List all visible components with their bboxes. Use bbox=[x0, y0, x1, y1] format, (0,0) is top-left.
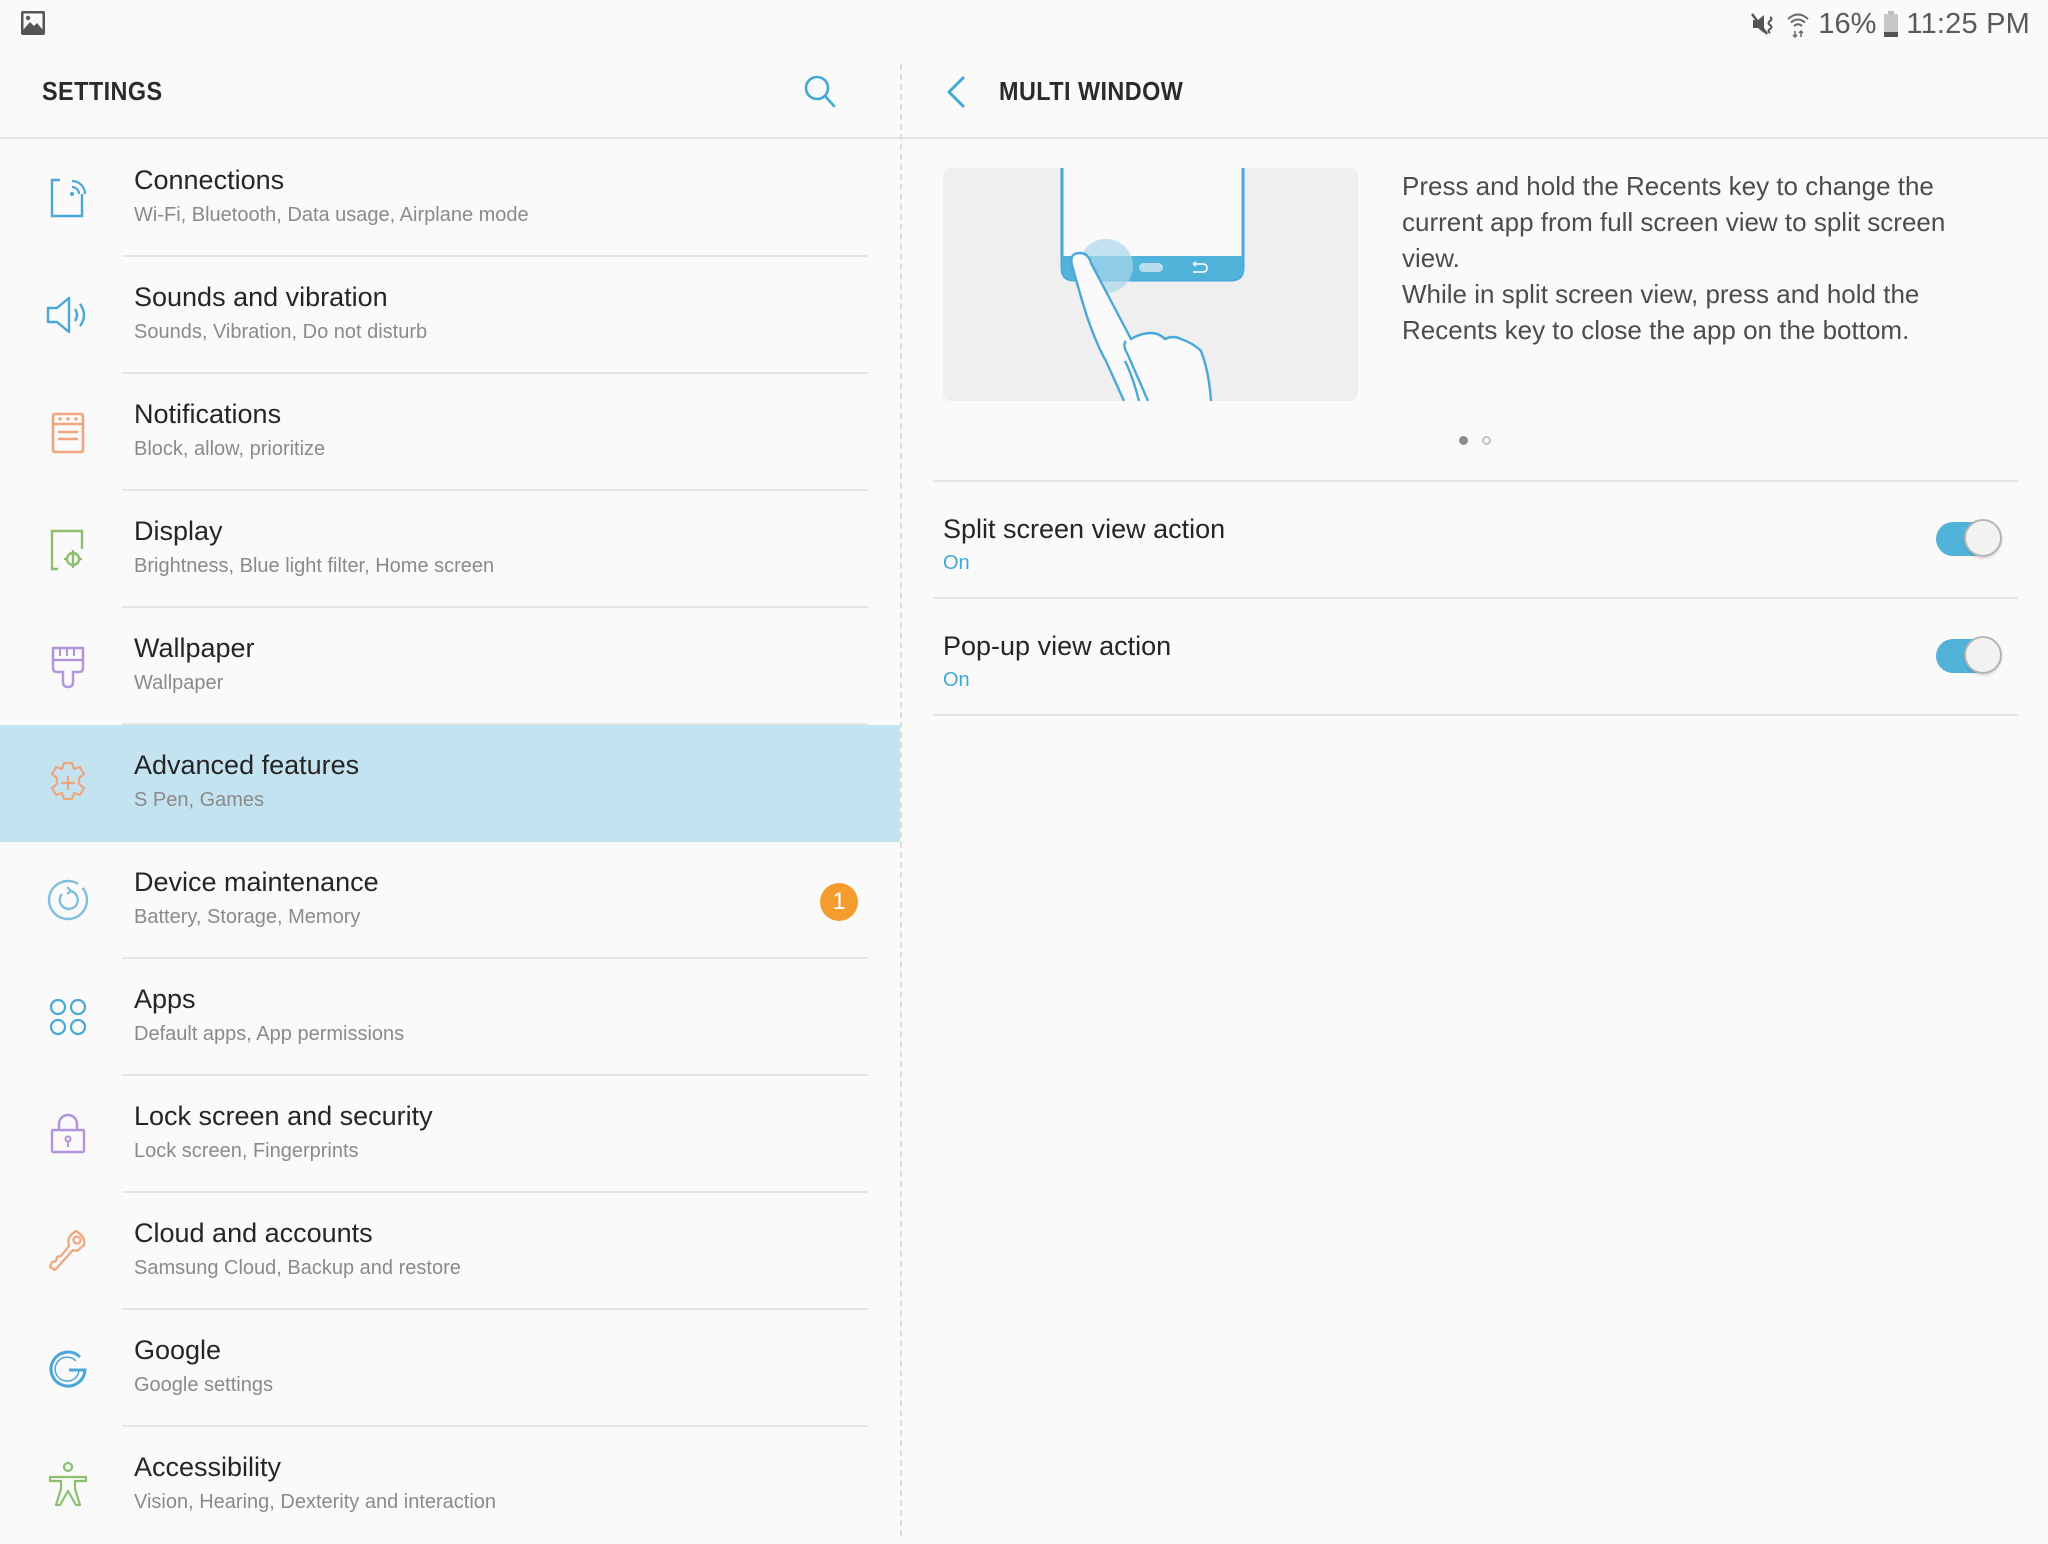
display-icon bbox=[40, 521, 96, 577]
toggle-knob bbox=[1964, 636, 2002, 674]
setting-status: On bbox=[943, 669, 970, 691]
menu-item-title: Display bbox=[134, 516, 223, 546]
menu-item-title: Accessibility bbox=[134, 1452, 282, 1482]
menu-item-subtitle: Sounds, Vibration, Do not disturb bbox=[134, 321, 428, 343]
toggle-knob bbox=[1964, 519, 2002, 557]
setting-title: Pop-up view action bbox=[943, 631, 1172, 661]
menu-item-title: Connections bbox=[134, 165, 285, 195]
split-screen-view-action-row[interactable]: Split screen view action On bbox=[933, 482, 2018, 599]
gear-plus-icon bbox=[40, 755, 96, 811]
vibrate-mute-icon bbox=[1750, 10, 1778, 38]
clock: 11:25 PM bbox=[1906, 7, 2030, 40]
menu-item-subtitle: Vision, Hearing, Dexterity and interacti… bbox=[134, 1491, 497, 1513]
speaker-icon bbox=[40, 287, 96, 343]
menu-item-title: Cloud and accounts bbox=[134, 1218, 373, 1248]
page-title: SETTINGS bbox=[42, 76, 163, 106]
menu-item-subtitle: Lock screen, Fingerprints bbox=[134, 1140, 359, 1162]
status-bar: 16% 11:25 PM bbox=[0, 0, 2048, 46]
menu-item-title: Google bbox=[134, 1335, 222, 1365]
menu-item-title: Notifications bbox=[134, 399, 282, 429]
page-dot[interactable] bbox=[1482, 436, 1491, 445]
google-icon bbox=[40, 1340, 96, 1396]
paintbrush-icon bbox=[40, 638, 96, 694]
menu-item-title: Lock screen and security bbox=[134, 1101, 433, 1131]
menu-item-accessibility[interactable]: Accessibility Vision, Hearing, Dexterity… bbox=[0, 1427, 900, 1544]
menu-item-subtitle: Wi-Fi, Bluetooth, Data usage, Airplane m… bbox=[134, 204, 529, 226]
apps-icon bbox=[40, 989, 96, 1045]
divider bbox=[933, 714, 2018, 716]
connections-icon bbox=[40, 170, 96, 226]
menu-item-subtitle: Default apps, App permissions bbox=[134, 1023, 405, 1045]
menu-item-google[interactable]: Google Google settings bbox=[0, 1310, 900, 1427]
battery-icon bbox=[1884, 11, 1899, 37]
settings-header: SETTINGS bbox=[0, 46, 900, 139]
menu-item-title: Sounds and vibration bbox=[134, 282, 388, 312]
wifi-icon bbox=[1786, 10, 1810, 38]
battery-percent: 16% bbox=[1818, 7, 1877, 40]
menu-item-notifications[interactable]: Notifications Block, allow, prioritize bbox=[0, 374, 900, 491]
lock-icon bbox=[40, 1106, 96, 1162]
menu-item-apps[interactable]: Apps Default apps, App permissions bbox=[0, 959, 900, 1076]
pop-up-view-action-row[interactable]: Pop-up view action On bbox=[933, 599, 2018, 716]
menu-item-subtitle: Block, allow, prioritize bbox=[134, 438, 326, 460]
chevron-left-icon bbox=[947, 76, 965, 108]
menu-item-device-maintenance[interactable]: Device maintenance Battery, Storage, Mem… bbox=[0, 842, 900, 959]
pop-up-view-toggle[interactable] bbox=[1936, 636, 2002, 676]
accessibility-icon bbox=[40, 1457, 96, 1513]
multi-window-pane: MULTI WINDOW Press and hold the Recents … bbox=[901, 46, 2048, 1536]
press-recents-key-illustration bbox=[943, 168, 1358, 401]
menu-item-cloud-and-accounts[interactable]: Cloud and accounts Samsung Cloud, Backup… bbox=[0, 1193, 900, 1310]
page-dot-active[interactable] bbox=[1459, 436, 1468, 445]
tutorial-text-1: Press and hold the Recents key to change… bbox=[1402, 171, 1946, 273]
settings-menu: Connections Wi-Fi, Bluetooth, Data usage… bbox=[0, 140, 900, 1544]
menu-item-title: Device maintenance bbox=[134, 867, 379, 897]
key-icon bbox=[40, 1223, 96, 1279]
back-button[interactable] bbox=[935, 70, 979, 114]
menu-item-title: Apps bbox=[134, 984, 196, 1014]
notifications-icon bbox=[40, 404, 96, 460]
page-indicator bbox=[1459, 436, 1491, 445]
menu-item-subtitle: S Pen, Games bbox=[134, 789, 265, 811]
gallery-image-icon bbox=[20, 10, 46, 36]
menu-item-wallpaper[interactable]: Wallpaper Wallpaper bbox=[0, 608, 900, 725]
menu-item-subtitle: Brightness, Blue light filter, Home scre… bbox=[134, 555, 495, 577]
menu-item-title: Wallpaper bbox=[134, 633, 255, 663]
tutorial-text-2: While in split screen view, press and ho… bbox=[1402, 279, 1920, 345]
search-button[interactable] bbox=[800, 72, 840, 112]
settings-list-pane: SETTINGS Connections Wi-Fi, Bluetooth, D… bbox=[0, 46, 900, 1536]
setting-status: On bbox=[943, 552, 970, 574]
menu-item-title: Advanced features bbox=[134, 750, 360, 780]
notification-badge: 1 bbox=[820, 883, 858, 921]
menu-item-subtitle: Google settings bbox=[134, 1374, 273, 1396]
split-screen-view-toggle[interactable] bbox=[1936, 519, 2002, 559]
menu-item-sounds-and-vibration[interactable]: Sounds and vibration Sounds, Vibration, … bbox=[0, 257, 900, 374]
menu-item-display[interactable]: Display Brightness, Blue light filter, H… bbox=[0, 491, 900, 608]
search-icon bbox=[804, 75, 836, 108]
menu-item-subtitle: Wallpaper bbox=[134, 672, 224, 694]
menu-item-connections[interactable]: Connections Wi-Fi, Bluetooth, Data usage… bbox=[0, 140, 900, 257]
menu-item-lock-screen-and-security[interactable]: Lock screen and security Lock screen, Fi… bbox=[0, 1076, 900, 1193]
menu-item-advanced-features[interactable]: Advanced features S Pen, Games bbox=[0, 725, 900, 842]
menu-item-subtitle: Samsung Cloud, Backup and restore bbox=[134, 1257, 461, 1279]
multi-window-header: MULTI WINDOW bbox=[901, 46, 2048, 139]
page-title: MULTI WINDOW bbox=[999, 76, 1184, 106]
tutorial-description: Press and hold the Recents key to change… bbox=[1402, 168, 2002, 348]
maintenance-icon bbox=[40, 872, 96, 928]
setting-title: Split screen view action bbox=[943, 514, 1226, 544]
menu-item-subtitle: Battery, Storage, Memory bbox=[134, 906, 361, 928]
